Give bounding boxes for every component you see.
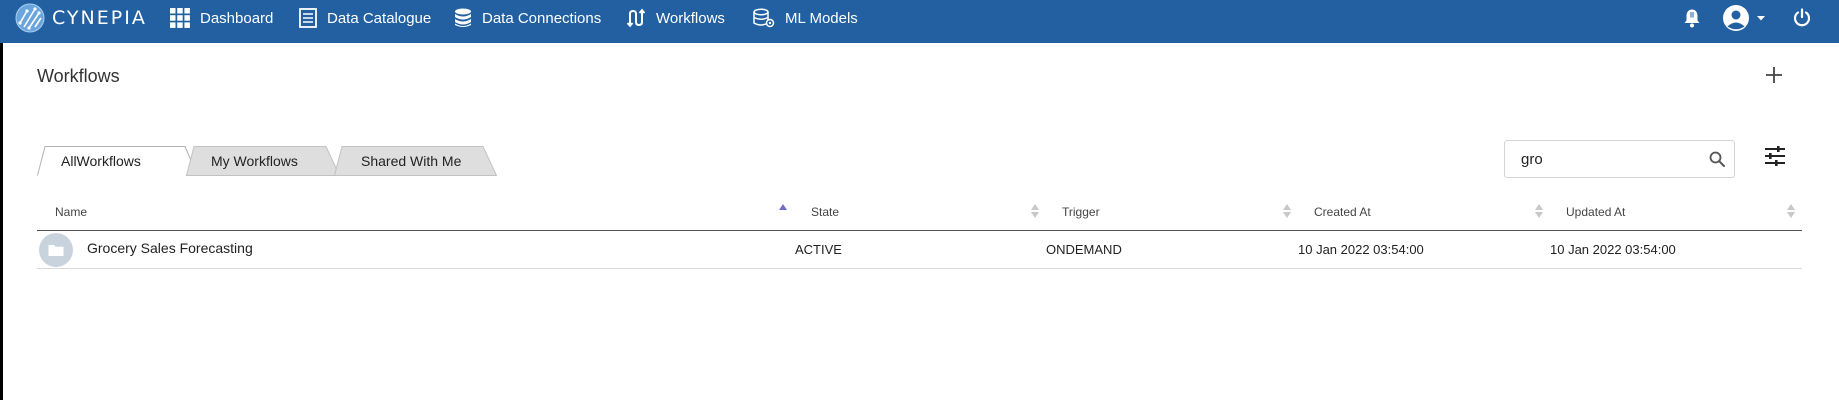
- sort-ascending-icon[interactable]: [778, 203, 788, 211]
- cynepia-logo-icon: [15, 3, 45, 33]
- tab-all-workflows[interactable]: AllWorkflows: [37, 146, 198, 176]
- window-edge: [0, 0, 3, 400]
- column-header-trigger[interactable]: Trigger: [1062, 205, 1100, 219]
- nav-data-connections-label: Data Connections: [482, 9, 602, 27]
- page-title: Workflows: [37, 66, 120, 86]
- sort-icon[interactable]: [1534, 203, 1544, 219]
- workflow-name[interactable]: Grocery Sales Forecasting: [87, 240, 253, 256]
- user-avatar-icon: [1723, 5, 1749, 31]
- nav-workflows-label: Workflows: [656, 9, 725, 27]
- user-menu-button[interactable]: [1722, 5, 1766, 31]
- brand-name: CYNEPIA: [52, 7, 147, 29]
- column-header-state[interactable]: State: [811, 205, 839, 219]
- nav-data-catalogue-label: Data Catalogue: [327, 9, 432, 27]
- search-input[interactable]: [1506, 142, 1696, 176]
- nav-dashboard-label: Dashboard: [200, 9, 274, 27]
- logout-button[interactable]: [1792, 6, 1812, 30]
- workflow-icon: [626, 8, 646, 28]
- column-header-created-at[interactable]: Created At: [1314, 205, 1371, 219]
- database-icon: [455, 8, 471, 27]
- column-header-name[interactable]: Name: [55, 205, 87, 219]
- tab-shared-with-me[interactable]: Shared With Me: [334, 146, 497, 176]
- nav-dashboard[interactable]: Dashboard: [170, 0, 273, 36]
- brand[interactable]: CYNEPIA: [15, 2, 147, 34]
- filter-settings-icon[interactable]: [1764, 146, 1786, 166]
- power-icon: [1793, 8, 1811, 27]
- caret-down-icon: [1757, 16, 1765, 21]
- sort-icon[interactable]: [1030, 203, 1040, 219]
- tab-all-workflows-label: AllWorkflows: [61, 153, 141, 169]
- sort-icon[interactable]: [1282, 203, 1292, 219]
- folder-icon: [39, 233, 73, 267]
- nav-workflows[interactable]: Workflows: [626, 0, 725, 36]
- tab-my-workflows[interactable]: My Workflows: [186, 146, 340, 176]
- nav-data-catalogue[interactable]: Data Catalogue: [299, 0, 431, 36]
- grid-icon: [170, 8, 190, 28]
- catalogue-icon: [299, 8, 317, 28]
- bell-icon: [1684, 9, 1700, 28]
- search-box: [1504, 140, 1735, 178]
- add-workflow-button[interactable]: [1763, 64, 1785, 86]
- nav-ml-models[interactable]: ML Models: [753, 0, 858, 36]
- top-navbar: CYNEPIA Dashboard Data Catalogue Data Co…: [0, 0, 1839, 43]
- tab-my-workflows-label: My Workflows: [211, 153, 298, 169]
- notifications-button[interactable]: [1683, 6, 1701, 30]
- workflow-trigger: ONDEMAND: [1046, 242, 1122, 257]
- column-header-updated-at[interactable]: Updated At: [1566, 205, 1625, 219]
- sort-icon[interactable]: [1786, 203, 1796, 219]
- workflow-updated-at: 10 Jan 2022 03:54:00: [1550, 242, 1676, 257]
- table-row[interactable]: Grocery Sales Forecasting ACTIVE ONDEMAN…: [37, 231, 1802, 269]
- nav-data-connections[interactable]: Data Connections: [454, 0, 601, 36]
- workflow-created-at: 10 Jan 2022 03:54:00: [1298, 242, 1424, 257]
- tab-shared-with-me-label: Shared With Me: [361, 153, 462, 169]
- workflow-state: ACTIVE: [795, 242, 842, 257]
- ml-models-icon: [753, 8, 775, 28]
- search-icon[interactable]: [1709, 151, 1725, 167]
- nav-ml-models-label: ML Models: [785, 9, 858, 27]
